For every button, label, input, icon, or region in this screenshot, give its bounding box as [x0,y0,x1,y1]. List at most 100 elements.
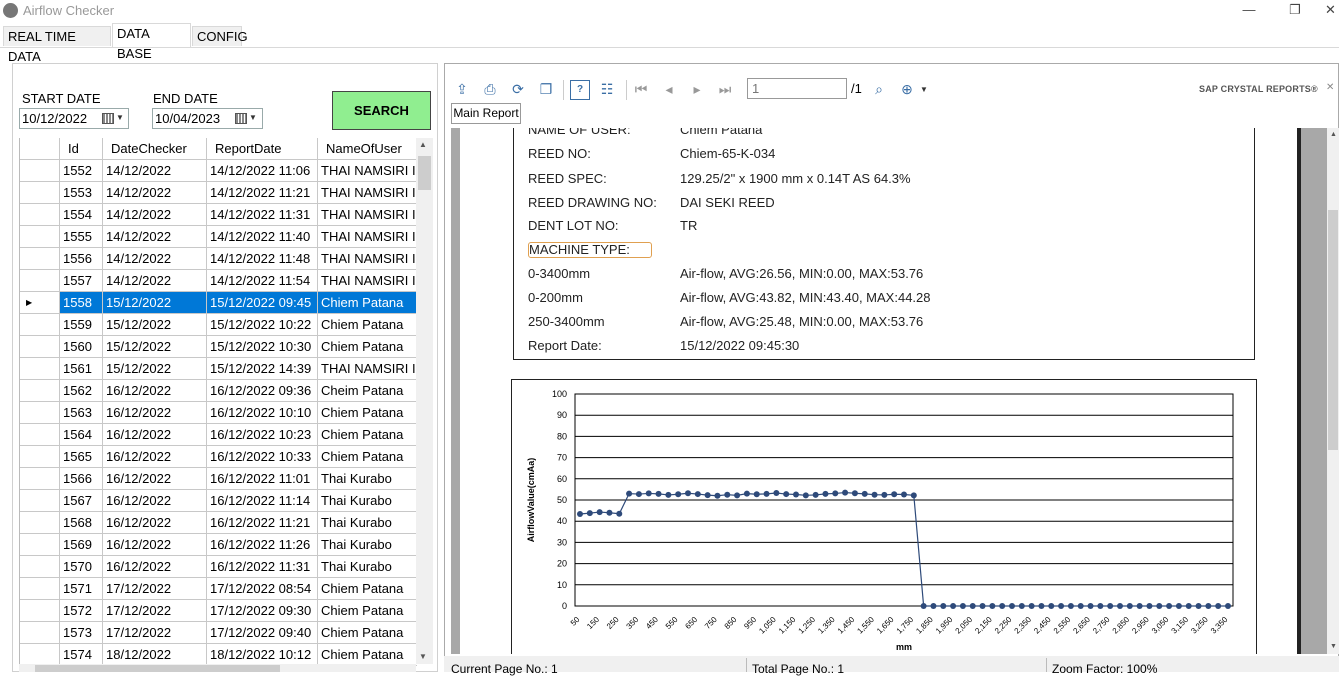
table-row[interactable]: 1563 16/12/2022 16/12/2022 10:10 Chiem Pata… [20,402,417,424]
row-header[interactable] [20,490,60,512]
row-selector-icon[interactable]: ▶ [20,292,60,314]
row-header[interactable] [20,644,60,666]
column-header[interactable]: Id [60,138,103,160]
table-row[interactable]: 1571 17/12/2022 17/12/2022 08:54 Chiem Pata… [20,578,417,600]
tab-data-base[interactable]: DATA BASE [112,23,191,61]
table-row[interactable]: 1570 16/12/2022 16/12/2022 11:31 Thai Kurab… [20,556,417,578]
page-number-input[interactable]: 1 [747,78,847,99]
column-header[interactable]: DateChecker [103,138,207,160]
row-header[interactable] [20,204,60,226]
row-header[interactable] [20,358,60,380]
table-row[interactable]: 1567 16/12/2022 16/12/2022 11:14 Thai Kurab… [20,490,417,512]
start-date-value: 10/12/2022 [22,111,88,126]
table-row[interactable]: 1562 16/12/2022 16/12/2022 09:36 Cheim Pata… [20,380,417,402]
row-header[interactable] [20,226,60,248]
column-header[interactable]: ReportDate [207,138,318,160]
row-header[interactable] [20,424,60,446]
scroll-up-icon[interactable]: ▲ [1330,131,1337,138]
x-tick-label: 1,650 [875,615,896,636]
table-row[interactable]: 1559 15/12/2022 15/12/2022 10:22 Chiem Pata… [20,314,417,336]
chevron-down-icon[interactable]: ▼ [249,113,257,122]
data-point [802,492,809,499]
row-header[interactable] [20,248,60,270]
data-point [812,491,819,498]
close-button[interactable]: ✕ [1322,2,1339,20]
table-row[interactable]: ▶ 1558 15/12/2022 15/12/2022 09:45 Chiem Pat… [20,292,417,314]
row-header[interactable] [20,402,60,424]
table-row[interactable]: 1555 14/12/2022 14/12/2022 11:40 THAI NAMSI… [20,226,417,248]
table-row[interactable]: 1552 14/12/2022 14/12/2022 11:06 THAI NAMSI… [20,160,417,182]
copy-icon[interactable]: ❐ [537,80,555,98]
row-header-corner[interactable] [20,138,60,160]
row-header[interactable] [20,512,60,534]
search-button[interactable]: SEARCH [332,91,431,130]
data-point [1058,603,1065,609]
table-row[interactable]: 1568 16/12/2022 16/12/2022 11:21 Thai Kurab… [20,512,417,534]
row-header[interactable] [20,336,60,358]
row-header[interactable] [20,534,60,556]
table-cell: Thai Kurabo [318,490,417,512]
table-cell: 16/12/2022 11:14 [207,490,318,512]
zoom-icon[interactable]: ⊕ [898,80,916,98]
scroll-down-icon[interactable]: ▼ [419,652,427,661]
row-header[interactable] [20,468,60,490]
table-row[interactable]: 1554 14/12/2022 14/12/2022 11:31 THAI NAMSI… [20,204,417,226]
help-icon[interactable]: ? [570,80,590,100]
table-row[interactable]: 1572 17/12/2022 17/12/2022 09:30 Chiem Pata… [20,600,417,622]
grid-scroll-thumb[interactable] [418,156,431,190]
close-icon[interactable]: ✕ [1326,82,1334,93]
print-icon[interactable]: ⎙ [481,80,499,98]
row-header[interactable] [20,446,60,468]
table-row[interactable]: 1557 14/12/2022 14/12/2022 11:54 THAI NAMSI… [20,270,417,292]
grid-vertical-scrollbar[interactable] [416,138,433,664]
row-header[interactable] [20,182,60,204]
table-row[interactable]: 1556 14/12/2022 14/12/2022 11:48 THAI NAMSI… [20,248,417,270]
table-row[interactable]: 1564 16/12/2022 16/12/2022 10:23 Chiem Pata… [20,424,417,446]
x-tick-label: 1,550 [855,615,876,636]
row-header[interactable] [20,578,60,600]
table-row[interactable]: 1560 15/12/2022 15/12/2022 10:30 Chiem Pata… [20,336,417,358]
calendar-icon[interactable] [235,113,247,124]
report-scroll-thumb[interactable] [1328,210,1338,450]
chevron-down-icon[interactable]: ▼ [920,85,928,94]
next-page-icon[interactable]: ▸ [688,80,706,98]
grid-hscroll-thumb[interactable] [35,665,280,672]
table-row[interactable]: 1565 16/12/2022 16/12/2022 10:33 Chiem Pata… [20,446,417,468]
calendar-icon[interactable] [102,113,114,124]
row-header[interactable] [20,380,60,402]
table-row[interactable]: 1574 18/12/2022 18/12/2022 10:12 Chiem Pata… [20,644,417,666]
last-page-icon[interactable]: ⏭ [716,80,734,98]
records-grid[interactable]: Id DateChecker ReportDate NameOfUser 1552 14/… [19,138,417,666]
column-header[interactable]: NameOfUser [318,138,417,160]
report-field-label: REED NO: [528,146,591,161]
scroll-down-icon[interactable]: ▼ [1330,643,1337,650]
chevron-down-icon[interactable]: ▼ [116,113,124,122]
table-row[interactable]: 1573 17/12/2022 17/12/2022 09:40 Chiem Pata… [20,622,417,644]
find-icon[interactable]: ⌕ [870,80,888,98]
table-row[interactable]: 1566 16/12/2022 16/12/2022 11:01 Thai Kurab… [20,468,417,490]
tab-main-report[interactable]: Main Report [451,103,521,124]
tab-config[interactable]: CONFIG [192,26,248,46]
table-row[interactable]: 1569 16/12/2022 16/12/2022 11:26 Thai Kurab… [20,534,417,556]
first-page-icon[interactable]: ⏮ [632,80,650,98]
minimize-button[interactable]: — [1234,2,1264,20]
restore-button[interactable]: ❐ [1280,2,1310,20]
row-header[interactable] [20,314,60,336]
row-header[interactable] [20,622,60,644]
x-tick-label: 1,850 [914,615,935,636]
data-point [979,603,986,609]
row-header[interactable] [20,270,60,292]
export-icon[interactable]: ⇪ [453,80,471,98]
refresh-icon[interactable]: ⟳ [509,80,527,98]
row-header[interactable] [20,556,60,578]
group-tree-icon[interactable]: ☷ [598,80,616,98]
tab-real-time-data[interactable]: REAL TIME DATA [3,26,111,64]
scroll-up-icon[interactable]: ▲ [419,140,427,149]
x-axis-label: mm [896,642,912,652]
row-header[interactable] [20,160,60,182]
row-header[interactable] [20,600,60,622]
previous-page-icon[interactable]: ◂ [660,80,678,98]
table-row[interactable]: 1561 15/12/2022 15/12/2022 14:39 THAI NAMSI… [20,358,417,380]
brand-label: SAP CRYSTAL REPORTS® [1199,84,1318,94]
table-row[interactable]: 1553 14/12/2022 14/12/2022 11:21 THAI NAMSI… [20,182,417,204]
